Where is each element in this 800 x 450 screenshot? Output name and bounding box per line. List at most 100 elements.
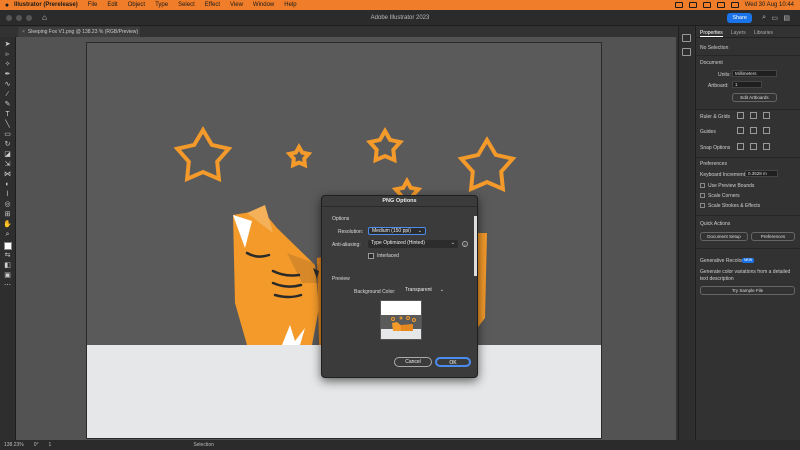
snap-grid-icon[interactable] — [750, 143, 757, 150]
type-tool-icon[interactable]: T — [3, 110, 13, 119]
chevron-down-icon: ⌄ — [450, 240, 455, 246]
artboard-label: Artboard: — [708, 83, 729, 89]
background-color-select[interactable]: Transparent ⌄ — [402, 287, 447, 295]
star-4 — [457, 136, 517, 193]
workspace-icon[interactable]: ▭ — [771, 14, 778, 22]
control-center-icon[interactable] — [730, 2, 739, 8]
divider — [696, 55, 800, 56]
show-guides-icon[interactable] — [737, 127, 744, 134]
selection-tool-icon[interactable]: ➤ — [3, 40, 13, 49]
document-setup-button[interactable]: Document Setup — [700, 232, 748, 241]
units-select[interactable]: Millimeters — [732, 70, 777, 77]
hand-tool-icon[interactable]: ✋ — [3, 220, 13, 229]
minimize-window-button[interactable] — [16, 14, 22, 21]
resolution-select[interactable]: Medium (150 ppi) ⌄ — [368, 227, 426, 235]
artboard-number[interactable]: 1 — [49, 442, 52, 448]
wifi-icon[interactable] — [702, 2, 711, 8]
search-icon[interactable] — [716, 2, 725, 8]
artboard-select[interactable]: 1 — [732, 81, 762, 88]
info-icon[interactable]: i — [462, 241, 468, 247]
width-tool-icon[interactable]: ⋈ — [3, 170, 13, 179]
eyedropper-tool-icon[interactable]: ⌇ — [3, 190, 13, 199]
menu-effect[interactable]: Effect — [205, 2, 220, 8]
arrange-documents-icon[interactable]: ▤ — [783, 14, 790, 22]
pen-tool-icon[interactable]: ✒ — [3, 70, 13, 79]
menu-select[interactable]: Select — [178, 2, 195, 8]
interlaced-checkbox[interactable] — [368, 253, 374, 259]
screen-record-icon[interactable] — [674, 2, 683, 8]
tab-properties[interactable]: Properties — [700, 30, 723, 37]
rectangle-tool-icon[interactable]: ▭ — [3, 130, 13, 139]
grid-icon[interactable] — [750, 112, 757, 119]
use-preview-bounds-checkbox[interactable] — [700, 183, 705, 188]
menu-clock[interactable]: Wed 30 Aug 10:44 — [745, 2, 794, 8]
menu-help[interactable]: Help — [284, 2, 296, 8]
libraries-icon[interactable] — [682, 48, 691, 56]
antialiasing-value: Type Optimized (Hinted) — [371, 240, 425, 246]
menu-object[interactable]: Object — [128, 2, 145, 8]
scale-strokes-label: Scale Strokes & Effects — [708, 203, 761, 209]
rotation-value[interactable]: 0° — [34, 442, 39, 448]
tab-libraries[interactable]: Libraries — [754, 30, 773, 37]
scale-strokes-checkbox[interactable] — [700, 203, 705, 208]
keyboard-increment-field[interactable]: 0.3528 m — [745, 170, 778, 177]
properties-panel: Properties Layers Libraries No Selection… — [695, 26, 800, 440]
rotate-tool-icon[interactable]: ↻ — [3, 140, 13, 149]
swap-colors-icon[interactable]: ⇆ — [3, 251, 13, 260]
menu-file[interactable]: File — [88, 2, 98, 8]
menu-edit[interactable]: Edit — [107, 2, 117, 8]
direct-selection-tool-icon[interactable]: ▹ — [3, 50, 13, 59]
scale-corners-label: Scale Corners — [708, 193, 740, 199]
screen-mode-icon[interactable]: ▣ — [3, 271, 13, 280]
search-help-icon[interactable]: ⌕ — [762, 14, 766, 22]
menu-type[interactable]: Type — [155, 2, 168, 8]
zoom-window-button[interactable] — [26, 14, 32, 21]
dialog-title: PNG Options — [322, 196, 477, 207]
artboard-tool-icon[interactable]: ⊞ — [3, 210, 13, 219]
menu-app-name[interactable]: Illustrator (Prerelease) — [14, 2, 78, 8]
current-tool-label[interactable]: Selection — [193, 442, 214, 448]
cancel-button[interactable]: Cancel — [394, 357, 432, 367]
preferences-button[interactable]: Preferences — [751, 232, 795, 241]
antialiasing-select[interactable]: Type Optimized (Hinted) ⌄ — [368, 240, 458, 248]
zoom-level[interactable]: 138.23% — [4, 442, 24, 448]
lock-guides-icon[interactable] — [750, 127, 757, 134]
curvature-tool-icon[interactable]: ∿ — [3, 80, 13, 89]
dialog-scrollbar[interactable] — [474, 216, 477, 276]
battery-icon[interactable] — [688, 2, 697, 8]
line-tool-icon[interactable]: ╲ — [3, 120, 13, 129]
zoom-tool-icon[interactable]: ⌕ — [3, 230, 13, 239]
try-sample-file-button[interactable]: Try Sample File — [700, 286, 795, 295]
blend-tool-icon[interactable]: ◎ — [3, 200, 13, 209]
home-icon[interactable]: ⌂ — [42, 13, 52, 22]
scale-tool-icon[interactable]: ⇲ — [3, 160, 13, 169]
document-tab[interactable]: × Sleeping Fox V1.png @ 138.23 % (RGB/Pr… — [18, 27, 140, 37]
close-window-button[interactable] — [6, 14, 12, 21]
ruler-icon[interactable] — [737, 112, 744, 119]
magic-wand-tool-icon[interactable]: ✧ — [3, 60, 13, 69]
snap-pixel-icon[interactable] — [763, 143, 770, 150]
document-section-title: Document — [700, 60, 723, 66]
menu-window[interactable]: Window — [253, 2, 274, 8]
pencil-tool-icon[interactable]: ✎ — [3, 100, 13, 109]
edit-artboards-button[interactable]: Edit Artboards — [732, 93, 777, 102]
shape-builder-tool-icon[interactable]: ◐ — [3, 180, 13, 189]
comments-icon[interactable] — [682, 34, 691, 42]
clear-guides-icon[interactable] — [763, 127, 770, 134]
background-color-value: Transparent — [405, 287, 432, 293]
eraser-tool-icon[interactable]: ◪ — [3, 150, 13, 159]
brush-tool-icon[interactable]: ∕ — [3, 90, 13, 99]
apple-icon[interactable]: ● — [0, 2, 14, 9]
scale-corners-checkbox[interactable] — [700, 193, 705, 198]
pixel-grid-icon[interactable] — [763, 112, 770, 119]
more-tools-icon[interactable]: ⋯ — [3, 281, 13, 290]
fill-color-swatch[interactable] — [3, 242, 12, 250]
draw-mode-icon[interactable]: ◧ — [3, 261, 13, 270]
tab-layers[interactable]: Layers — [731, 30, 746, 37]
ok-button[interactable]: OK — [435, 357, 471, 367]
close-tab-icon[interactable]: × — [22, 29, 25, 35]
share-button[interactable]: Share — [727, 13, 752, 23]
menu-view[interactable]: View — [230, 2, 243, 8]
ruler-grids-label: Ruler & Grids — [700, 114, 731, 120]
snap-point-icon[interactable] — [737, 143, 744, 150]
